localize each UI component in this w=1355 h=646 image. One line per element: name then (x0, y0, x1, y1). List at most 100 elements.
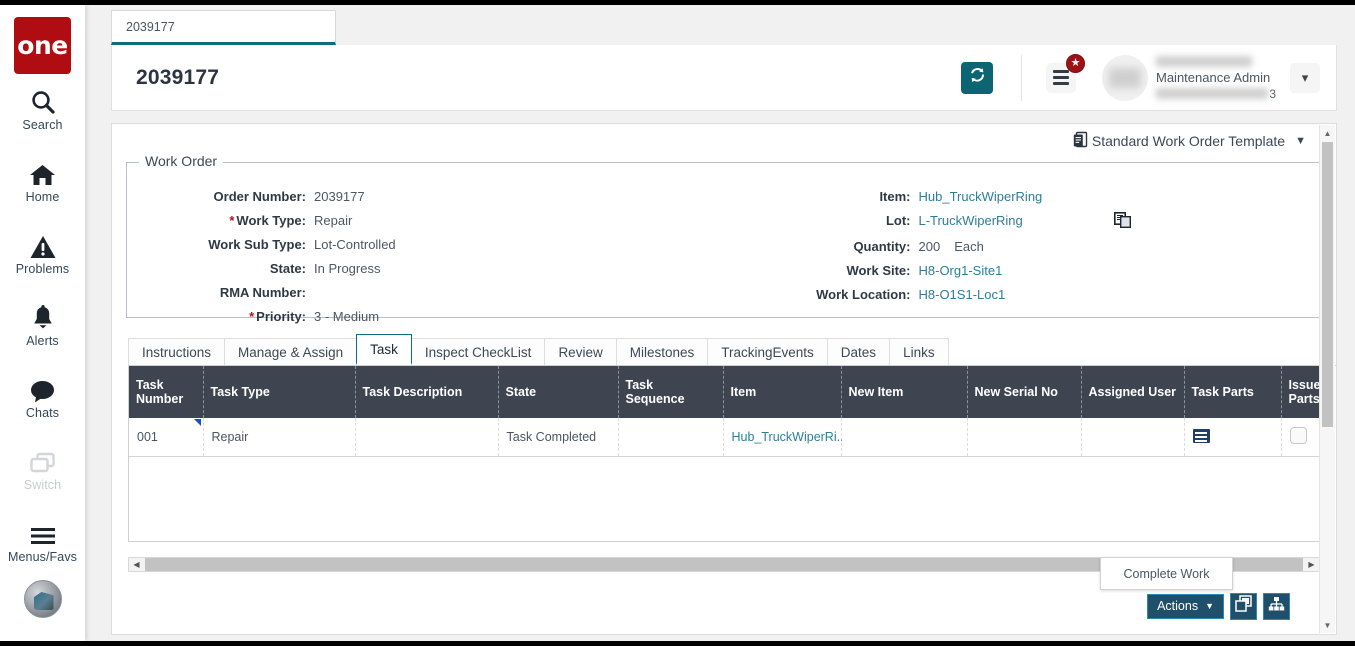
chevron-down-icon: ▾ (1302, 70, 1309, 86)
app-logo[interactable]: one (14, 17, 71, 74)
actions-label: Actions (1157, 599, 1198, 613)
field-value-link[interactable]: L-TruckWiperRing (915, 209, 1023, 235)
required-indicator: * (229, 213, 234, 228)
column-header-task-description[interactable]: Task Description (355, 366, 498, 418)
sidebar-item-label: Switch (24, 478, 61, 492)
cell-item[interactable]: Hub_TruckWiperRi... (723, 418, 841, 457)
user-org-blurred-wrap: 3 (1156, 88, 1276, 99)
field-label: Item: (725, 185, 915, 209)
application-window: one Search Home Problems Alerts (0, 0, 1355, 646)
column-header-task-sequence[interactable]: Task Sequence (618, 366, 723, 418)
panel-vertical-scrollbar[interactable]: ▲ ▼ (1319, 125, 1335, 633)
cell-issue-parts[interactable] (1281, 418, 1320, 457)
tab-inspect-checklist[interactable]: Inspect CheckList (411, 338, 546, 365)
notifications-menu-button[interactable]: ★ (1046, 63, 1076, 93)
field-label: Work Site: (725, 259, 915, 283)
sidebar-item-label: Menus/Favs (8, 550, 77, 564)
tab-label: Manage & Assign (238, 345, 343, 360)
cell-task-sequence[interactable] (618, 418, 723, 457)
avatar[interactable] (1102, 55, 1148, 101)
issue-parts-button[interactable] (1290, 427, 1307, 444)
menu-bar-3 (1053, 82, 1069, 85)
hierarchy-button[interactable] (1263, 593, 1290, 620)
hamburger-icon (30, 520, 56, 547)
chevron-down-icon: ▼ (1205, 601, 1214, 611)
chevron-down-icon: ▼ (1295, 135, 1306, 147)
table-row[interactable]: 001 Repair Task Completed Hub_TruckWiper… (129, 418, 1320, 457)
assistant-avatar-icon[interactable] (24, 580, 62, 618)
cell-flag-icon (194, 419, 201, 426)
cell-new-item[interactable] (841, 418, 967, 457)
tab-manage-and-assign[interactable]: Manage & Assign (224, 338, 357, 365)
document-tab-2039177[interactable]: 2039177 (111, 10, 336, 45)
warning-icon (30, 232, 56, 259)
work-order-legend: Work Order (139, 153, 223, 169)
column-header-task-number[interactable]: Task Number (129, 366, 203, 418)
tab-tracking-events[interactable]: TrackingEvents (707, 338, 828, 365)
field-value: 200Each (915, 235, 984, 259)
refresh-button[interactable] (961, 62, 993, 94)
sidebar-item-alerts[interactable]: Alerts (0, 290, 85, 362)
copy-icon[interactable] (1113, 211, 1132, 237)
page-title: 2039177 (136, 66, 219, 90)
column-header-state[interactable]: State (498, 366, 618, 418)
scroll-right-arrow-icon[interactable]: ▶ (1304, 558, 1319, 571)
vertical-scroll-thumb[interactable] (1322, 142, 1333, 427)
tab-task[interactable]: Task (356, 334, 412, 365)
cell-state[interactable]: Task Completed (498, 418, 618, 457)
template-label: Standard Work Order Template (1092, 133, 1285, 149)
cell-task-type[interactable]: Repair (203, 418, 355, 457)
scroll-up-arrow-icon[interactable]: ▲ (1320, 125, 1336, 141)
column-header-new-serial-no[interactable]: New Serial No (967, 366, 1081, 418)
field-value-link[interactable]: H8-O1S1-Loc1 (915, 283, 1006, 307)
field-value-link[interactable]: H8-Org1-Site1 (915, 259, 1003, 283)
template-selector[interactable]: Standard Work Order Template ▼ (1073, 131, 1306, 151)
field-work-location: Work Location: H8-O1S1-Loc1 (725, 283, 1323, 307)
item-link[interactable]: Hub_TruckWiperRi... (732, 430, 848, 444)
column-header-issue-parts[interactable]: Issue Parts (1281, 366, 1320, 418)
cell-task-number[interactable]: 001 (129, 418, 203, 457)
field-value: Lot-Controlled (310, 233, 396, 257)
scroll-left-arrow-icon[interactable]: ◀ (129, 558, 144, 571)
tab-links[interactable]: Links (889, 338, 949, 365)
cell-task-parts[interactable] (1184, 418, 1281, 457)
tab-instructions[interactable]: Instructions (128, 338, 225, 365)
sidebar-item-menus-favs[interactable]: Menus/Favs (0, 506, 85, 578)
sidebar-item-home[interactable]: Home (0, 146, 85, 218)
window-layers-button[interactable] (1230, 593, 1257, 620)
cell-value: 001 (137, 430, 158, 444)
tab-dates[interactable]: Dates (827, 338, 890, 365)
user-menu-button[interactable]: ▾ (1290, 63, 1320, 93)
refresh-icon (968, 66, 987, 90)
actions-button[interactable]: Actions ▼ (1147, 594, 1224, 619)
sidebar-item-label: Alerts (26, 334, 59, 348)
cell-assigned-user[interactable] (1081, 418, 1184, 457)
avatar-image-blurred (1109, 68, 1141, 88)
sidebar-item-problems[interactable]: Problems (0, 218, 85, 290)
column-header-task-type[interactable]: Task Type (203, 366, 355, 418)
field-value-link[interactable]: Hub_TruckWiperRing (915, 185, 1043, 209)
cell-task-description[interactable] (355, 418, 498, 457)
column-header-new-item[interactable]: New Item (841, 366, 967, 418)
column-header-assigned-user[interactable]: Assigned User (1081, 366, 1184, 418)
user-org-blurred (1156, 88, 1268, 99)
sidebar-item-chats[interactable]: Chats (0, 362, 85, 434)
task-parts-icon[interactable] (1193, 429, 1210, 443)
sidebar-item-search[interactable]: Search (0, 74, 85, 146)
field-state: State: In Progress (127, 257, 725, 281)
field-order-number: Order Number: 2039177 (127, 185, 725, 209)
field-item: Item: Hub_TruckWiperRing (725, 185, 1323, 209)
complete-work-menu-item[interactable]: Complete Work (1100, 557, 1233, 590)
header-actions: ★ Maintenance Admin 3 ▾ (961, 45, 1336, 110)
field-value: Repair (310, 209, 352, 233)
document-tab-label: 2039177 (126, 20, 175, 34)
column-header-item[interactable]: Item (723, 366, 841, 418)
header-divider (1021, 55, 1022, 101)
tab-review[interactable]: Review (544, 338, 616, 365)
cell-new-serial-no[interactable] (967, 418, 1081, 457)
column-header-task-parts[interactable]: Task Parts (1184, 366, 1281, 418)
chat-icon (29, 376, 56, 403)
menu-item-label: Complete Work (1124, 567, 1210, 581)
tab-milestones[interactable]: Milestones (616, 338, 709, 365)
sidebar-item-switch[interactable]: Switch (0, 434, 85, 506)
